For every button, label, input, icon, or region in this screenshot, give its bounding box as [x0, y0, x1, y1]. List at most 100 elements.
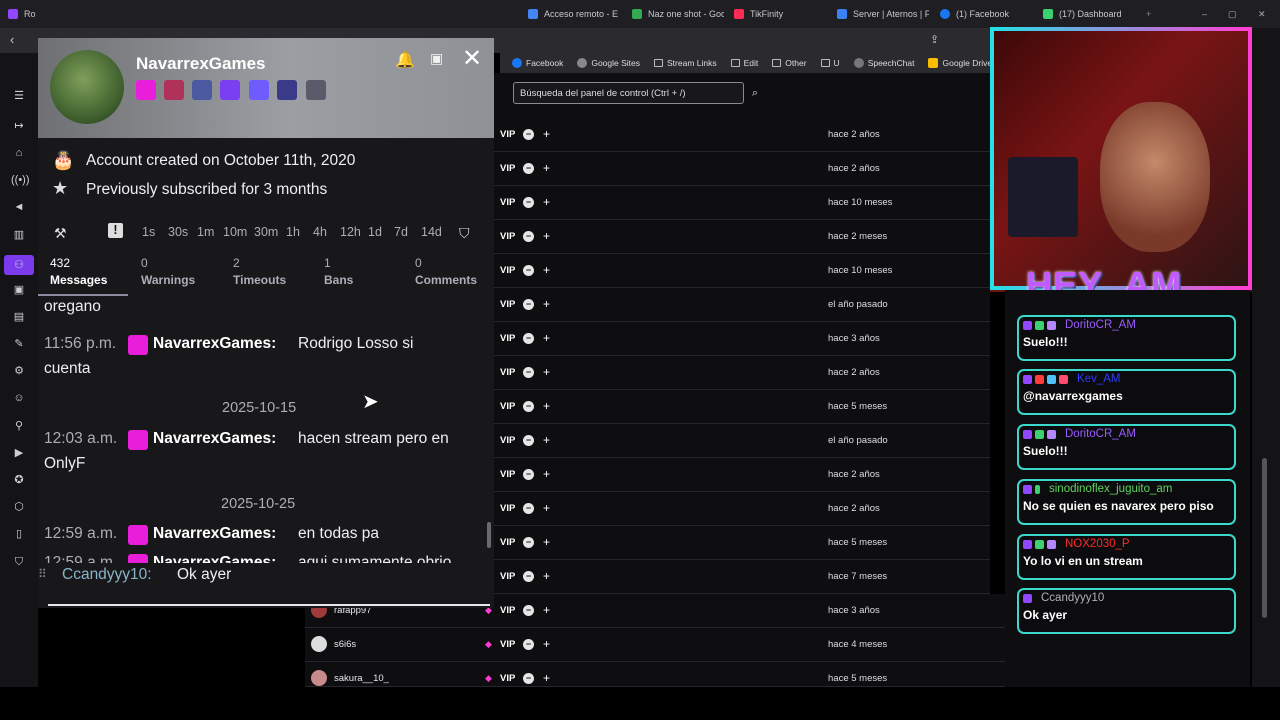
bookmark-google-sites[interactable]: Google Sites: [577, 58, 640, 68]
minimize-icon[interactable]: –: [1202, 4, 1214, 24]
stat-comments[interactable]: 0 Comments: [415, 256, 477, 287]
stat-timeouts[interactable]: 2 Timeouts: [233, 256, 286, 287]
viewer-icon[interactable]: ☺: [11, 391, 27, 405]
timeout-14d[interactable]: 14d: [421, 225, 442, 239]
chat-username[interactable]: NOX2030_P: [1065, 538, 1130, 550]
bookmark-facebook[interactable]: Facebook: [512, 58, 563, 68]
new-tab-icon[interactable]: +: [1146, 4, 1160, 24]
add-icon[interactable]: +: [543, 127, 550, 141]
stat-warnings[interactable]: 0 Warnings: [141, 256, 195, 287]
remove-icon[interactable]: −: [523, 469, 534, 480]
remove-icon[interactable]: −: [523, 571, 534, 582]
remove-icon[interactable]: −: [523, 367, 534, 378]
add-icon[interactable]: +: [543, 603, 550, 617]
chat-username[interactable]: DoritoCR_AM: [1065, 319, 1136, 331]
tab-remote-access[interactable]: Acceso remoto - Es: [528, 4, 618, 24]
award-icon[interactable]: ✪: [11, 473, 27, 487]
analytics-icon[interactable]: ▥: [11, 228, 27, 242]
collapse-icon[interactable]: ↦: [11, 119, 27, 133]
chat-username[interactable]: Ccandyyy10:: [62, 566, 152, 584]
settings-icon[interactable]: ⚙: [11, 364, 27, 378]
remove-icon[interactable]: −: [523, 435, 534, 446]
remove-icon[interactable]: −: [523, 639, 534, 650]
tab-aternos[interactable]: Server | Aternos | Fr: [837, 4, 929, 24]
remove-icon[interactable]: −: [523, 503, 534, 514]
remove-icon[interactable]: −: [523, 163, 534, 174]
stat-bans[interactable]: 1 Bans: [324, 256, 353, 287]
timeout-1m[interactable]: 1m: [197, 225, 214, 239]
add-icon[interactable]: +: [543, 161, 550, 175]
message-username[interactable]: NavarrexGames:: [153, 335, 276, 353]
bookmark-u[interactable]: U: [820, 58, 840, 68]
bookmark-speechchat[interactable]: SpeechChat: [853, 58, 914, 68]
close-icon[interactable]: ✕: [462, 44, 482, 73]
video-icon[interactable]: ▶: [11, 446, 27, 460]
bell-icon[interactable]: 🔔: [395, 50, 415, 70]
shield-icon[interactable]: ⛉: [459, 225, 470, 242]
book-icon[interactable]: ▯: [11, 527, 27, 541]
remove-icon[interactable]: −: [523, 673, 534, 684]
community-icon[interactable]: ⚇: [4, 255, 34, 275]
ban-hammer-icon[interactable]: ⚒: [54, 225, 67, 242]
add-icon[interactable]: +: [543, 433, 550, 447]
tab-rol[interactable]: Rol: [8, 4, 36, 24]
message-username[interactable]: NavarrexGames:: [153, 430, 276, 448]
bookmark-edit[interactable]: Edit: [730, 58, 758, 68]
timeout-1h[interactable]: 1h: [286, 225, 300, 239]
stat-messages[interactable]: 432 Messages: [50, 256, 107, 287]
tab-facebook[interactable]: (1) Facebook: [940, 4, 1034, 24]
hamburger-icon[interactable]: ☰: [11, 89, 27, 103]
add-icon[interactable]: +: [543, 569, 550, 583]
search-icon[interactable]: ⌕: [745, 82, 765, 104]
chat-username[interactable]: DoritoCR_AM: [1065, 428, 1136, 440]
remove-icon[interactable]: −: [523, 605, 534, 616]
add-icon[interactable]: +: [543, 467, 550, 481]
add-user-icon[interactable]: ⚲: [11, 419, 27, 433]
timeout-10m[interactable]: 10m: [223, 225, 247, 239]
username[interactable]: sakura__10_: [334, 673, 389, 684]
tab-naz-one-shot[interactable]: Naz one shot - Goo: [632, 4, 724, 24]
megaphone-icon[interactable]: ◄: [11, 200, 27, 214]
timeout-30s[interactable]: 30s: [168, 225, 188, 239]
warn-icon[interactable]: !: [108, 223, 123, 238]
add-icon[interactable]: +: [543, 399, 550, 413]
add-icon[interactable]: +: [543, 637, 550, 651]
bookmark-stream-links[interactable]: Stream Links: [654, 58, 717, 68]
username[interactable]: s6i6s: [334, 639, 356, 650]
add-icon[interactable]: +: [543, 671, 550, 685]
back-icon[interactable]: ‹: [10, 32, 14, 47]
drag-handle-icon[interactable]: ⠿: [38, 567, 47, 581]
content-icon[interactable]: ▣: [11, 283, 27, 297]
add-icon[interactable]: +: [543, 297, 550, 311]
remove-icon[interactable]: −: [523, 537, 534, 548]
remove-icon[interactable]: −: [523, 299, 534, 310]
whisper-icon[interactable]: ▣: [430, 50, 443, 67]
home-icon[interactable]: ⌂: [11, 146, 27, 160]
chat-username[interactable]: sinodinoflex_juguito_am: [1049, 483, 1172, 495]
add-icon[interactable]: +: [543, 229, 550, 243]
tools-icon[interactable]: ✎: [11, 337, 27, 351]
maximize-icon[interactable]: ▢: [1228, 4, 1240, 24]
remove-icon[interactable]: −: [523, 265, 534, 276]
remove-icon[interactable]: −: [523, 231, 534, 242]
add-icon[interactable]: +: [543, 331, 550, 345]
add-icon[interactable]: +: [543, 263, 550, 277]
remove-icon[interactable]: −: [523, 129, 534, 140]
timeout-1s[interactable]: 1s: [142, 225, 155, 239]
remove-icon[interactable]: −: [523, 401, 534, 412]
add-icon[interactable]: +: [543, 535, 550, 549]
scrollbar[interactable]: [487, 522, 491, 548]
timeout-1d[interactable]: 1d: [368, 225, 382, 239]
remove-icon[interactable]: −: [523, 197, 534, 208]
scrollbar[interactable]: [1262, 458, 1267, 618]
add-icon[interactable]: +: [543, 365, 550, 379]
bookmark-google-drive[interactable]: Google Drive: [928, 58, 992, 68]
user-card-username[interactable]: NavarrexGames: [136, 54, 265, 74]
chat-username[interactable]: Kev_AM: [1077, 373, 1120, 385]
broadcast-icon[interactable]: ((•)): [11, 173, 30, 187]
dashboard-search-input[interactable]: Búsqueda del panel de control (Ctrl + /): [513, 82, 744, 104]
tab-dashboard[interactable]: (17) Dashboard: [1043, 4, 1138, 24]
share-icon[interactable]: ⇪: [930, 33, 939, 46]
timeout-30m[interactable]: 30m: [254, 225, 278, 239]
timeout-4h[interactable]: 4h: [313, 225, 327, 239]
